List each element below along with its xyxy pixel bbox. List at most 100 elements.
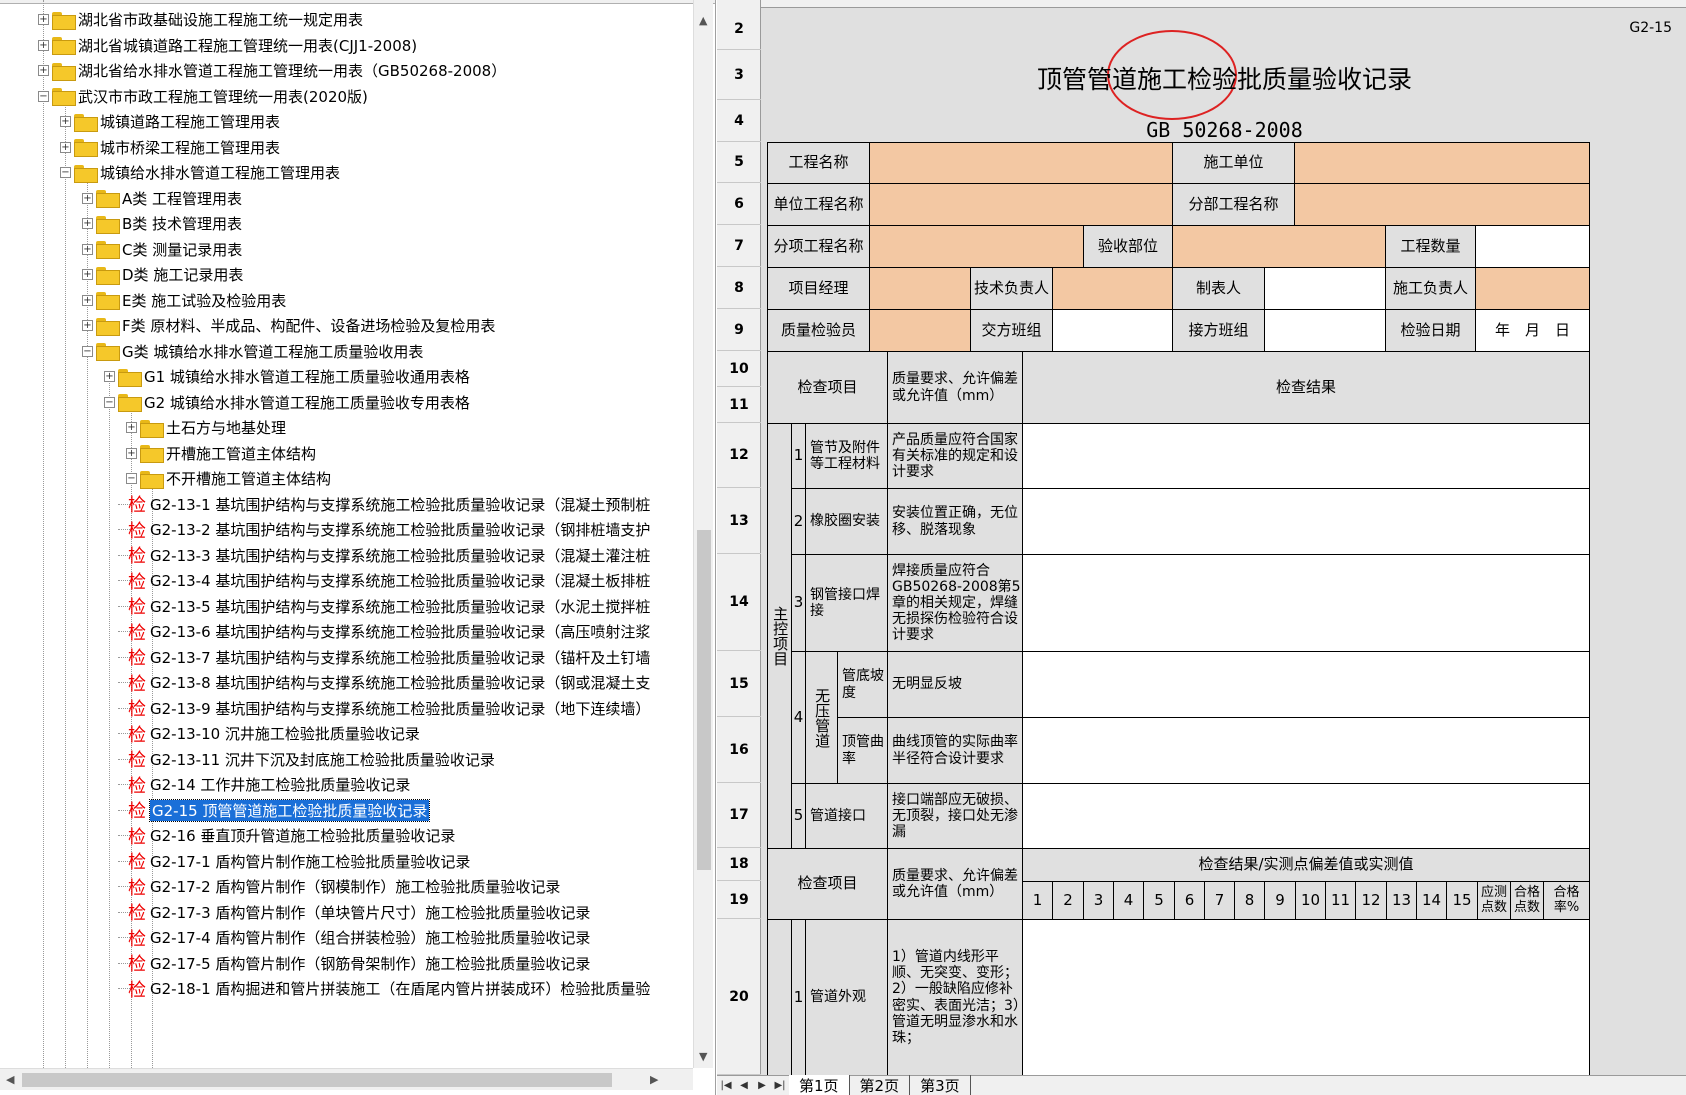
header-pass-rate[interactable]: 合格率% <box>1543 881 1590 920</box>
spreadsheet-panel[interactable]: 2 3 4 5 6 7 8 9 10 11 12 13 14 15 16 17 18 19 20 G2-15 顶管管… <box>717 0 1686 1095</box>
tab-page-2[interactable]: 第2页 <box>850 1075 911 1095</box>
sub-item-requirement[interactable]: 曲线顶管的实际曲率半径符合设计要求 <box>887 717 1023 784</box>
point-column-header[interactable]: 14 <box>1416 881 1447 920</box>
first-sheet-icon[interactable]: |◀ <box>717 1080 735 1091</box>
expand-icon[interactable]: + <box>82 269 93 280</box>
sub-item-result[interactable] <box>1022 717 1590 784</box>
header-requirement[interactable]: 质量要求、允许偏差或允许值（mm） <box>887 351 1023 424</box>
tree-document-node[interactable]: 检 G2-16 垂直顶升管道施工检验批质量验收记录 <box>128 822 455 849</box>
tree-folder-node[interactable]: + 湖北省城镇道路工程施工管理统一用表(CJJ1-2008) <box>38 32 417 59</box>
item-name[interactable]: 管道接口 <box>805 783 888 849</box>
sub-item-name[interactable]: 管底坡度 <box>837 651 888 718</box>
item-result[interactable] <box>1022 783 1590 849</box>
label-location[interactable]: 验收部位 <box>1083 225 1173 268</box>
input-unit-project[interactable] <box>869 183 1173 226</box>
tree-horizontal-scrollbar[interactable]: ◀ ▶ <box>0 1068 693 1090</box>
tree-document-node[interactable]: 检 G2-17-1 盾构管片制作施工检验批质量验收记录 <box>128 848 470 875</box>
tree-document-node[interactable]: 检 G2-14 工作井施工检验批质量验收记录 <box>128 771 410 798</box>
tree-folder-node[interactable]: + 开槽施工管道主体结构 <box>126 440 316 467</box>
expand-icon[interactable]: + <box>82 218 93 229</box>
tree-document-node[interactable]: 检 G2-13-7 基坑围护结构与支撑系统施工检验批质量验收记录（锚杆及土钉墙 <box>128 644 650 671</box>
item-requirement[interactable]: 产品质量应符合国家有关标准的规定和设计要求 <box>887 423 1023 489</box>
row-number[interactable]: 15 <box>717 651 761 717</box>
point-column-header[interactable]: 5 <box>1143 881 1175 920</box>
tree-folder-node[interactable]: + D类 施工记录用表 <box>82 261 243 288</box>
tree-document-node[interactable]: 检 G2-13-5 基坑围护结构与支撑系统施工检验批质量验收记录（水泥土搅拌桩 <box>128 593 650 620</box>
item-requirement[interactable]: 接口端部应无破损、无顶裂，接口处无渗漏 <box>887 783 1023 849</box>
item-number[interactable]: 4 <box>791 651 806 784</box>
tree-document-node[interactable]: 检 G2-13-8 基坑围护结构与支撑系统施工检验批质量验收记录（钢或混凝土支 <box>128 669 650 696</box>
tree-folder-node[interactable]: + G1 城镇给水排水管道工程施工质量验收通用表格 <box>104 363 470 390</box>
input-location[interactable] <box>1172 225 1386 268</box>
tree-folder-node[interactable]: − G2 城镇给水排水管道工程施工质量验收专用表格 <box>104 389 470 416</box>
tree-folder-node[interactable]: + 城市桥梁工程施工管理用表 <box>60 134 280 161</box>
input-project-name[interactable] <box>869 142 1173 184</box>
tab-page-3[interactable]: 第3页 <box>910 1075 971 1095</box>
item-name[interactable]: 管道外观 <box>805 919 888 1076</box>
row-number[interactable]: 14 <box>717 554 761 651</box>
label-pm[interactable]: 项目经理 <box>767 267 870 310</box>
expand-icon[interactable]: + <box>38 14 49 25</box>
label-sub-item[interactable]: 分项工程名称 <box>767 225 870 268</box>
point-column-header[interactable]: 13 <box>1386 881 1417 920</box>
row-number[interactable]: 10 <box>717 351 761 387</box>
label-construction-lead[interactable]: 施工负责人 <box>1385 267 1476 310</box>
label-maker[interactable]: 制表人 <box>1172 267 1265 310</box>
row-number[interactable]: 20 <box>717 919 761 1075</box>
point-column-header[interactable]: 11 <box>1325 881 1356 920</box>
tree-folder-node[interactable]: + F类 原材料、半成品、构配件、设备进场检验及复检用表 <box>82 312 495 339</box>
header-requirement-2[interactable]: 质量要求、允许偏差或允许值（mm） <box>887 848 1023 920</box>
item-requirement[interactable]: 1）管道内线形平顺、无突变、变形；2）一般缺陷应修补密实、表面光洁；3）管道无明… <box>887 919 1023 1076</box>
header-measured-points[interactable]: 应测点数 <box>1477 881 1511 920</box>
tree-document-node[interactable]: 检 G2-13-3 基坑围护结构与支撑系统施工检验批质量验收记录（混凝土灌注桩 <box>128 542 650 569</box>
item-result[interactable] <box>1022 488 1590 555</box>
item-number[interactable]: 3 <box>791 554 806 652</box>
tree-document-node[interactable]: 检 G2-17-4 盾构管片制作（组合拼装检验）施工检验批质量验收记录 <box>128 924 590 951</box>
row-number[interactable]: 17 <box>717 783 761 848</box>
item-result[interactable] <box>1022 919 1590 1076</box>
header-result[interactable]: 检查结果 <box>1022 351 1590 424</box>
row-number[interactable]: 4 <box>717 100 761 142</box>
scroll-right-icon[interactable]: ▶ <box>650 1073 658 1086</box>
label-tech-lead[interactable]: 技术负责人 <box>970 267 1053 310</box>
row-number[interactable]: 5 <box>717 142 761 183</box>
tree-panel[interactable]: + 湖北省市政基础设施工程施工统一规定用表 + 湖北省城镇道路工程施工管理统一用表(C… <box>0 0 716 1095</box>
column-header-strip[interactable] <box>761 0 1686 8</box>
main-control-label[interactable]: 主控项目 <box>767 423 792 849</box>
label-division[interactable]: 分部工程名称 <box>1172 183 1295 226</box>
label-quantity[interactable]: 工程数量 <box>1385 225 1476 268</box>
tree-document-node[interactable]: 检 G2-17-5 盾构管片制作（钢筋骨架制作）施工检验批质量验收记录 <box>128 950 590 977</box>
header-pass-points[interactable]: 合格点数 <box>1510 881 1544 920</box>
item-name[interactable]: 钢管接口焊接 <box>805 554 888 652</box>
tree-document-node[interactable]: 检 G2-13-2 基坑围护结构与支撑系统施工检验批质量验收记录（钢排桩墙支护 <box>128 516 650 543</box>
item-requirement[interactable]: 焊接质量应符合GB50268-2008第5章的相关规定，焊缝无损探伤检验符合设计… <box>887 554 1023 652</box>
sub-item-requirement[interactable]: 无明显反坡 <box>887 651 1023 718</box>
tree-folder-node[interactable]: + A类 工程管理用表 <box>82 185 242 212</box>
tree-folder-node[interactable]: + 湖北省市政基础设施工程施工统一规定用表 <box>38 6 363 33</box>
row-number[interactable]: 12 <box>717 423 761 488</box>
row-number[interactable]: 9 <box>717 309 761 351</box>
label-unit-project[interactable]: 单位工程名称 <box>767 183 870 226</box>
expand-icon[interactable]: + <box>82 294 93 306</box>
point-column-header[interactable]: 2 <box>1052 881 1084 920</box>
point-column-header[interactable]: 10 <box>1295 881 1326 920</box>
point-column-header[interactable]: 9 <box>1264 881 1296 920</box>
expand-icon[interactable]: + <box>82 192 93 204</box>
point-column-header[interactable]: 6 <box>1174 881 1205 920</box>
point-column-header[interactable]: 7 <box>1204 881 1235 920</box>
expand-icon[interactable]: + <box>38 39 49 51</box>
point-column-header[interactable]: 3 <box>1083 881 1114 920</box>
tree-document-node[interactable]: 检 G2-18-1 盾构掘进和管片拼装施工（在盾尾内管片拼装成环）检验批质量验 <box>128 975 650 1002</box>
scroll-up-icon[interactable]: ▲ <box>699 14 707 27</box>
expand-icon[interactable]: + <box>82 243 93 255</box>
tree-document-node[interactable]: 检 G2-13-1 基坑围护结构与支撑系统施工检验批质量验收记录（混凝土预制桩 <box>128 491 650 518</box>
expand-icon[interactable]: + <box>60 141 71 153</box>
prev-sheet-icon[interactable]: ◀ <box>735 1080 753 1091</box>
tree-folder-node[interactable]: + 湖北省给水排水管道工程施工管理统一用表（GB50268-2008） <box>38 57 506 84</box>
scroll-down-icon[interactable]: ▼ <box>699 1050 707 1063</box>
collapse-icon[interactable]: − <box>38 90 49 102</box>
input-quantity[interactable] <box>1475 225 1590 268</box>
point-column-header[interactable]: 12 <box>1355 881 1387 920</box>
input-pm[interactable] <box>869 267 971 310</box>
collapse-icon[interactable]: − <box>126 473 137 484</box>
